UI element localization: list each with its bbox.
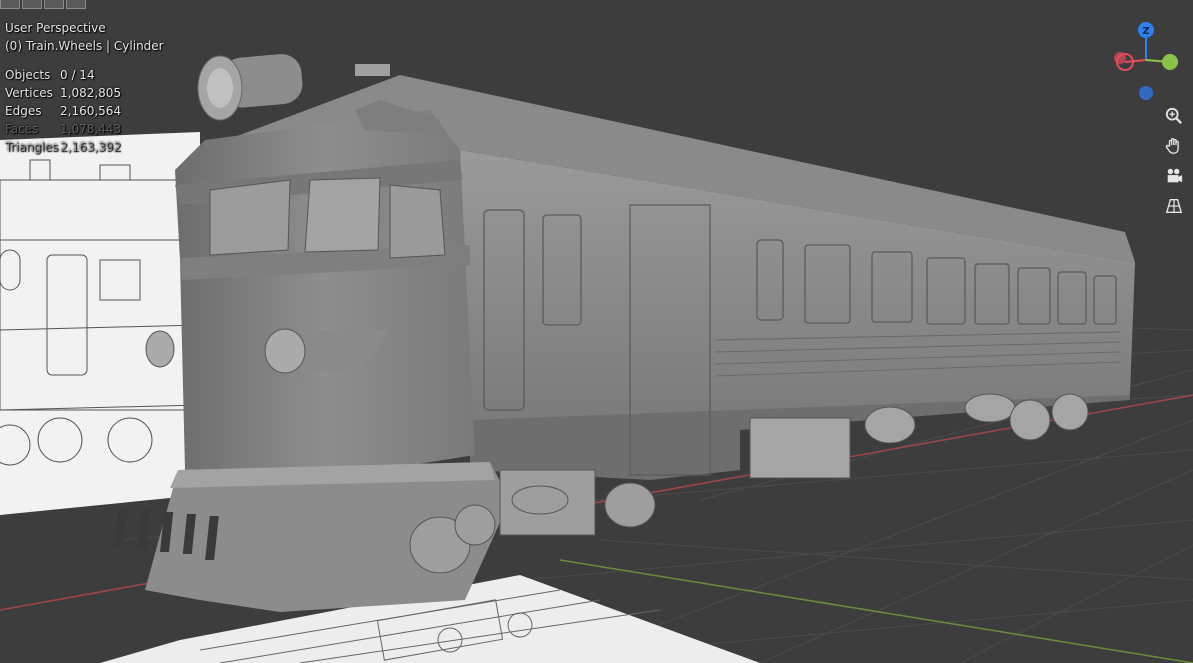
x-axis-handle-neg[interactable]: [1114, 52, 1126, 64]
view-name: User Perspective: [5, 21, 106, 35]
stat-row-vertices: Vertices 1,082,805: [5, 84, 121, 102]
navigation-gizmo[interactable]: Z: [1108, 18, 1188, 108]
reference-image-side[interactable]: [0, 132, 201, 515]
stat-row-objects: Objects 0 / 14: [5, 66, 121, 84]
header-tab[interactable]: [44, 0, 64, 9]
z-axis-label: Z: [1142, 26, 1149, 37]
stat-value: 2,163,392: [60, 140, 122, 154]
stat-value: 0 / 14: [60, 68, 95, 82]
selection-info: (0) Train.Wheels | Cylinder: [5, 39, 164, 53]
grid-perspective-icon[interactable]: [1161, 193, 1187, 219]
header-tabs[interactable]: [0, 0, 86, 9]
train-model[interactable]: [114, 52, 1135, 612]
scene-statistics: Objects 0 / 14 Vertices 1,082,805 Edges …: [5, 66, 121, 156]
stat-row-triangles: Triangles 2,163,392: [5, 138, 121, 156]
stat-label: Objects: [5, 68, 51, 82]
hand-pan-icon[interactable]: [1161, 133, 1187, 159]
viewport-info: User Perspective (0) Train.Wheels | Cyli…: [5, 19, 164, 55]
header-tab[interactable]: [66, 0, 86, 9]
header-tab[interactable]: [0, 0, 20, 9]
stat-label: Vertices: [5, 86, 53, 100]
stat-label: Triangles: [5, 140, 59, 154]
stat-label: Edges: [5, 104, 42, 118]
viewport-scene[interactable]: [0, 0, 1193, 663]
stat-value: 2,160,564: [60, 104, 122, 118]
header-tab[interactable]: [22, 0, 42, 9]
3d-viewport[interactable]: User Perspective (0) Train.Wheels | Cyli…: [0, 0, 1193, 663]
top-headlight: [197, 54, 303, 121]
z-axis-handle-neg[interactable]: [1139, 86, 1153, 100]
stat-row-faces: Faces 1,078,443: [5, 120, 121, 138]
stat-value: 1,082,805: [60, 86, 122, 100]
zoom-icon[interactable]: [1161, 103, 1187, 129]
stat-label: Faces: [5, 122, 39, 136]
y-axis-handle[interactable]: [1162, 54, 1178, 70]
stat-row-edges: Edges 2,160,564: [5, 102, 121, 120]
stat-value: 1,078,443: [60, 122, 122, 136]
camera-icon[interactable]: [1161, 163, 1187, 189]
